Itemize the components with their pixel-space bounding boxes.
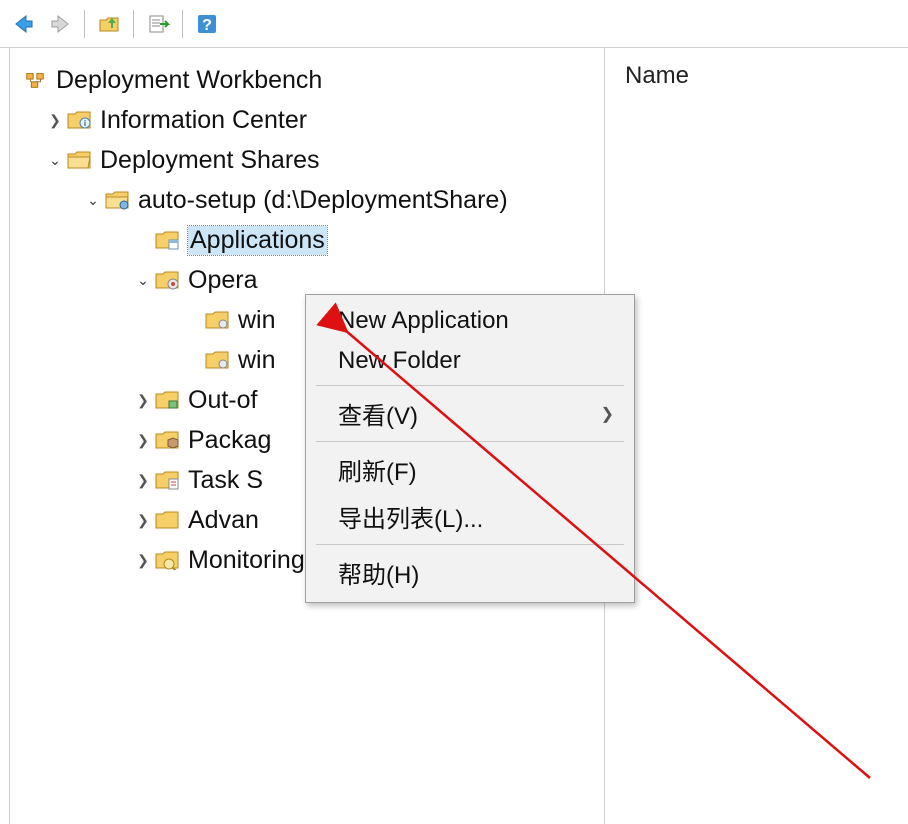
folder-drivers-icon	[154, 387, 180, 413]
tree-item-label: win	[238, 346, 276, 375]
toolbar-separator	[182, 10, 183, 38]
forward-arrow-icon	[48, 12, 72, 36]
folder-info-icon: i	[66, 107, 92, 133]
chevron-right-icon: ❯	[44, 112, 66, 129]
help-icon: ?	[195, 12, 219, 36]
tree-item-label: Deployment Shares	[100, 146, 320, 175]
ctx-export-list[interactable]: 导出列表(L)...	[308, 493, 632, 540]
ctx-separator	[316, 385, 624, 386]
ctx-item-label: 导出列表(L)...	[338, 499, 483, 534]
ctx-item-label: 查看(V)	[338, 396, 418, 431]
export-button[interactable]	[142, 8, 174, 40]
folder-monitoring-icon	[154, 547, 180, 573]
ctx-separator	[316, 544, 624, 545]
back-arrow-icon	[12, 12, 36, 36]
svg-text:i: i	[84, 119, 86, 128]
tree-item-label: win	[238, 306, 276, 335]
tree-item-label: Task S	[188, 466, 263, 495]
tree-pane: Deployment Workbench ❯ i Information Cen…	[10, 48, 605, 824]
folder-up-icon	[97, 12, 121, 36]
ctx-new-application[interactable]: New Application	[308, 301, 632, 341]
tree-info-center[interactable]: ❯ i Information Center	[22, 100, 604, 140]
folder-os-item-icon	[204, 307, 230, 333]
chevron-right-icon: ❯	[132, 552, 154, 569]
chevron-down-icon: ⌄	[82, 192, 104, 209]
tree-item-label: Information Center	[100, 106, 307, 135]
export-list-icon	[146, 12, 170, 36]
folder-share-open-icon	[104, 187, 130, 213]
ctx-item-label: 刷新(F)	[338, 452, 417, 487]
ctx-help[interactable]: 帮助(H)	[308, 549, 632, 596]
chevron-right-icon: ❯	[132, 472, 154, 489]
ctx-refresh[interactable]: 刷新(F)	[308, 446, 632, 493]
tree-item-label: Advan	[188, 506, 259, 535]
list-pane: Name	[605, 48, 908, 824]
folder-os-item-icon	[204, 347, 230, 373]
tree-item-label: Monitoring	[188, 546, 305, 575]
chevron-down-icon: ⌄	[132, 272, 154, 289]
chevron-down-icon: ⌄	[44, 152, 66, 169]
chevron-right-icon: ❯	[132, 432, 154, 449]
back-button[interactable]	[8, 8, 40, 40]
ctx-view[interactable]: 查看(V) ❯	[308, 390, 632, 437]
toolbar-separator	[84, 10, 85, 38]
panes: Deployment Workbench ❯ i Information Cen…	[0, 48, 908, 824]
help-button[interactable]: ?	[191, 8, 223, 40]
tree-root[interactable]: Deployment Workbench	[22, 60, 604, 100]
tree-item-label: Applications	[188, 226, 327, 255]
forward-button[interactable]	[44, 8, 76, 40]
folder-tasks-icon	[154, 467, 180, 493]
folder-applications-icon	[154, 227, 180, 253]
chevron-right-icon: ❯	[132, 512, 154, 529]
ctx-item-label: New Application	[338, 307, 509, 335]
ctx-item-label: New Folder	[338, 347, 461, 375]
svg-text:?: ?	[202, 17, 212, 34]
chevron-right-icon: ❯	[601, 404, 614, 424]
column-header-name[interactable]: Name	[625, 62, 888, 90]
context-menu: New Application New Folder 查看(V) ❯ 刷新(F)…	[305, 294, 635, 603]
tree-share-auto-setup[interactable]: ⌄ auto-setup (d:\DeploymentShare)	[22, 180, 604, 220]
tree-item-label: Packag	[188, 426, 271, 455]
folder-share-icon	[66, 147, 92, 173]
folder-os-icon	[154, 267, 180, 293]
workbench-icon	[22, 67, 48, 93]
folder-packages-icon	[154, 427, 180, 453]
chevron-right-icon: ❯	[132, 392, 154, 409]
toolbar-separator	[133, 10, 134, 38]
folder-icon	[154, 507, 180, 533]
left-gutter	[0, 48, 10, 824]
ctx-new-folder[interactable]: New Folder	[308, 341, 632, 381]
tree-item-label: Opera	[188, 266, 257, 295]
up-button[interactable]	[93, 8, 125, 40]
tree-item-label: Out-of	[188, 386, 257, 415]
tree-deployment-shares[interactable]: ⌄ Deployment Shares	[22, 140, 604, 180]
ctx-item-label: 帮助(H)	[338, 555, 419, 590]
ctx-separator	[316, 441, 624, 442]
toolbar: ?	[0, 0, 908, 48]
tree-root-label: Deployment Workbench	[56, 66, 322, 95]
tree-item-label: auto-setup (d:\DeploymentShare)	[138, 186, 508, 215]
tree-applications[interactable]: Applications	[22, 220, 604, 260]
